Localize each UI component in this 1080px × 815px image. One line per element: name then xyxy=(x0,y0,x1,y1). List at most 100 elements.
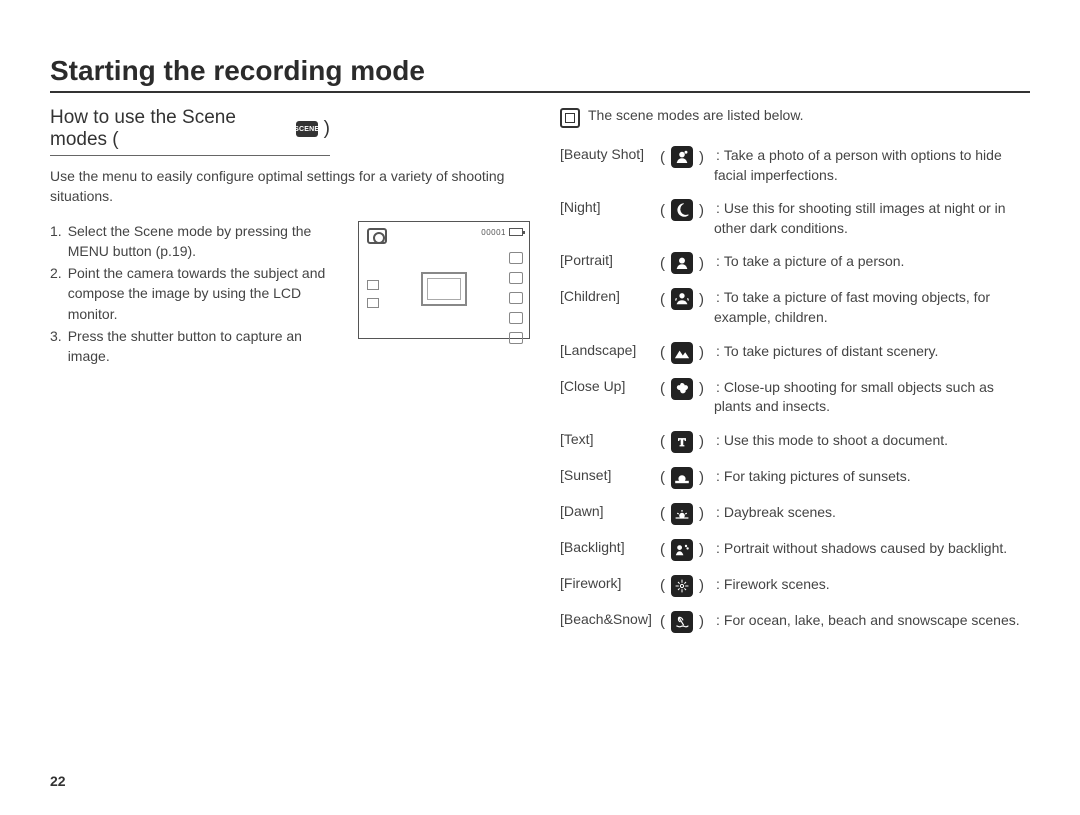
lcd-left-icon xyxy=(367,280,379,290)
lcd-side-icon xyxy=(509,332,523,344)
paren-open: ( xyxy=(660,344,665,361)
page-number: 22 xyxy=(50,773,66,789)
lcd-side-icon xyxy=(509,272,523,284)
steps-list: 1. Select the Scene mode by pressing the… xyxy=(50,221,344,369)
scene-label: [Beach&Snow] xyxy=(560,611,660,627)
lcd-counter: 00001 xyxy=(481,228,506,237)
scene-icon-group: ( ) xyxy=(660,467,704,489)
scene-row: [Firework] ( ) :Firework scenes. xyxy=(560,575,1030,597)
paren-open: ( xyxy=(660,202,665,219)
scene-label: [Sunset] xyxy=(560,467,660,483)
scene-description: :To take a picture of a person. xyxy=(714,252,904,272)
paren-open: ( xyxy=(660,613,665,630)
svg-text:T: T xyxy=(678,437,686,449)
scene-label: [Night] xyxy=(560,199,660,215)
sunset-icon xyxy=(671,467,693,489)
step-item: 2. Point the camera towards the subject … xyxy=(50,263,344,324)
scene-icon-group: ( ) xyxy=(660,611,704,633)
scene-icon-group: ( ) xyxy=(660,342,704,364)
paren-open: ( xyxy=(660,541,665,558)
step-text: Press the shutter button to capture an i… xyxy=(68,326,344,367)
lcd-side-icon xyxy=(509,312,523,324)
step-number: 1. xyxy=(50,221,62,262)
paren-close: ) xyxy=(699,613,704,630)
scene-icon-group: ( ) xyxy=(660,378,704,400)
paren-close: ) xyxy=(699,344,704,361)
step-number: 3. xyxy=(50,326,62,367)
scene-row: [Beauty Shot] ( ) :Take a photo of a per… xyxy=(560,146,1030,185)
scene-description: :Use this for shooting still images at n… xyxy=(714,199,1030,238)
section-subhead: How to use the Scene modes ( SCENE ) xyxy=(50,107,330,156)
scene-icon-group: ( ) xyxy=(660,146,704,168)
paren-open: ( xyxy=(660,577,665,594)
paren-close: ) xyxy=(699,149,704,166)
paren-close: ) xyxy=(699,505,704,522)
scene-label: [Backlight] xyxy=(560,539,660,555)
scene-row: [Close Up] ( ) :Close-up shooting for sm… xyxy=(560,378,1030,417)
paren-open: ( xyxy=(660,505,665,522)
firework-icon xyxy=(671,575,693,597)
paren-open: ( xyxy=(660,149,665,166)
dawn-icon xyxy=(671,503,693,525)
beachsnow-icon xyxy=(671,611,693,633)
scene-mode-list: [Beauty Shot] ( ) :Take a photo of a per… xyxy=(560,146,1030,633)
scene-description: :Close-up shooting for small objects suc… xyxy=(714,378,1030,417)
intro-text: Use the menu to easily configure optimal… xyxy=(50,166,530,207)
scene-mode-badge-icon: SCENE xyxy=(296,121,318,137)
scene-description: :For ocean, lake, beach and snowscape sc… xyxy=(714,611,1020,631)
scene-description: :Take a photo of a person with options t… xyxy=(714,146,1030,185)
children-icon xyxy=(671,288,693,310)
backlight-icon xyxy=(671,539,693,561)
scene-label: [Portrait] xyxy=(560,252,660,268)
left-column: How to use the Scene modes ( SCENE ) Use… xyxy=(50,107,530,647)
camera-icon xyxy=(367,228,387,244)
paren-close: ) xyxy=(699,469,704,486)
step-item: 3. Press the shutter button to capture a… xyxy=(50,326,344,367)
step-text: Select the Scene mode by pressing the ME… xyxy=(68,221,344,262)
scene-label: [Landscape] xyxy=(560,342,660,358)
beauty-icon xyxy=(671,146,693,168)
scene-icon-group: ( ) xyxy=(660,575,704,597)
scene-icon-group: ( T ) xyxy=(660,431,704,453)
lcd-right-icons xyxy=(509,252,523,344)
scene-icon-group: ( ) xyxy=(660,503,704,525)
scene-description: :To take a picture of fast moving object… xyxy=(714,288,1030,327)
list-frame-icon xyxy=(560,108,580,128)
lcd-left-icons xyxy=(367,280,379,308)
scene-row: [Children] ( ) :To take a picture of fas… xyxy=(560,288,1030,327)
lcd-side-icon xyxy=(509,252,523,264)
scene-description: :To take pictures of distant scenery. xyxy=(714,342,938,362)
scene-label: [Text] xyxy=(560,431,660,447)
paren-close: ) xyxy=(699,380,704,397)
subhead-close: ) xyxy=(324,118,330,140)
step-text: Point the camera towards the subject and… xyxy=(68,263,344,324)
paren-close: ) xyxy=(699,291,704,308)
scene-row: [Text] ( T ) :Use this mode to shoot a d… xyxy=(560,431,1030,453)
step-number: 2. xyxy=(50,263,62,324)
text-icon: T xyxy=(671,431,693,453)
page-title: Starting the recording mode xyxy=(50,55,1030,93)
scene-description: :Use this mode to shoot a document. xyxy=(714,431,948,451)
lcd-focus-frame xyxy=(421,272,467,306)
scene-icon-group: ( ) xyxy=(660,288,704,310)
portrait-icon xyxy=(671,252,693,274)
paren-close: ) xyxy=(699,202,704,219)
paren-close: ) xyxy=(699,577,704,594)
step-item: 1. Select the Scene mode by pressing the… xyxy=(50,221,344,262)
scene-label: [Firework] xyxy=(560,575,660,591)
scene-icon-group: ( ) xyxy=(660,252,704,274)
scene-row: [Sunset] ( ) :For taking pictures of sun… xyxy=(560,467,1030,489)
paren-open: ( xyxy=(660,433,665,450)
scene-description: :Firework scenes. xyxy=(714,575,830,595)
lcd-left-icon xyxy=(367,298,379,308)
scene-icon-group: ( ) xyxy=(660,199,704,221)
paren-open: ( xyxy=(660,255,665,272)
paren-open: ( xyxy=(660,380,665,397)
scene-icon-group: ( ) xyxy=(660,539,704,561)
scene-label: [Close Up] xyxy=(560,378,660,394)
scene-label: [Beauty Shot] xyxy=(560,146,660,162)
closeup-icon xyxy=(671,378,693,400)
scene-row: [Portrait] ( ) :To take a picture of a p… xyxy=(560,252,1030,274)
paren-close: ) xyxy=(699,541,704,558)
paren-close: ) xyxy=(699,255,704,272)
